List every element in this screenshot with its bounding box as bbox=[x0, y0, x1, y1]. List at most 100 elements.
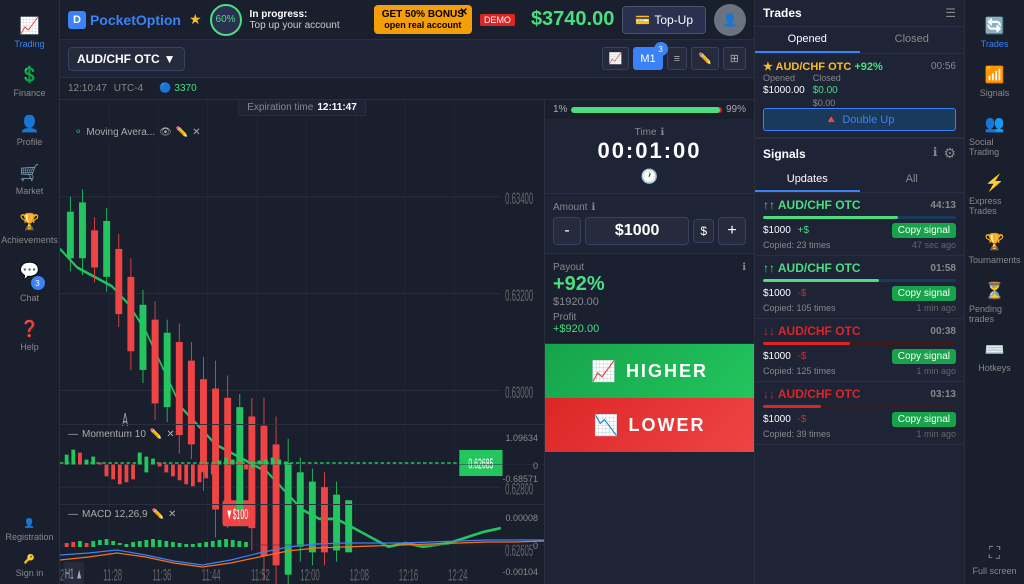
copy-signal-button-3[interactable]: Copy signal bbox=[892, 349, 956, 364]
amount-section: Amount ℹ - $1000 $ + bbox=[545, 194, 754, 254]
nav-market[interactable]: 🛒 Market bbox=[0, 155, 59, 204]
far-nav-fullscreen[interactable]: ⛶ Full screen bbox=[965, 537, 1024, 584]
far-nav-trades[interactable]: 🔄 Trades bbox=[965, 8, 1024, 57]
trades-header: Trades ☰ bbox=[755, 0, 964, 27]
far-pending-icon: ⏳ bbox=[985, 281, 1005, 301]
signal-amount-4: $1000 -$ bbox=[763, 414, 807, 425]
copy-signal-button-4[interactable]: Copy signal bbox=[892, 412, 956, 427]
nav-chat[interactable]: 💬 3 Chat bbox=[0, 253, 59, 311]
tab-updates[interactable]: Updates bbox=[755, 168, 860, 192]
copy-signal-button-2[interactable]: Copy signal bbox=[892, 286, 956, 301]
bonus-button[interactable]: GET 50% BONUS open real account ✕ bbox=[374, 5, 472, 34]
macd-hide-icon[interactable]: — bbox=[68, 509, 78, 520]
app-container: 📈 Trading 💲 Finance 👤 Profile 🛒 Market 🏆… bbox=[0, 0, 1024, 584]
trade-val-2: $0.00 bbox=[813, 85, 841, 96]
signal-pair-2: ↑↑ AUD/CHF OTC bbox=[763, 261, 861, 275]
far-nav-tournaments[interactable]: 🏆 Tournaments bbox=[965, 224, 1024, 273]
macd-close-icon[interactable]: ✕ bbox=[168, 509, 176, 520]
far-trades-icon: 🔄 bbox=[985, 16, 1005, 36]
lower-button[interactable]: 📉 LOWER bbox=[545, 398, 754, 452]
tab-opened[interactable]: Opened bbox=[755, 27, 860, 53]
nav-finance[interactable]: 💲 Finance bbox=[0, 57, 59, 106]
chart-indicators-button[interactable]: ≡ bbox=[667, 47, 687, 70]
favorite-star[interactable]: ★ bbox=[189, 11, 202, 28]
trade-progress-bar: 1% 99% bbox=[545, 100, 754, 119]
nav-profile[interactable]: 👤 Profile bbox=[0, 106, 59, 155]
bottom-indicators: — Momentum 10 ✏️ ✕ 1.09634 0 -0.68571 bbox=[60, 424, 544, 584]
trades-tabs: Opened Closed bbox=[755, 27, 964, 54]
nav-help[interactable]: ❓ Help bbox=[0, 311, 59, 360]
nav-achievements[interactable]: 🏆 Achievements bbox=[0, 204, 59, 253]
timeframe-button[interactable]: M1 3 bbox=[633, 47, 662, 70]
signin-label: Sign in bbox=[16, 568, 44, 578]
signal-progress-2 bbox=[763, 279, 956, 282]
signals-settings-icon[interactable]: ⚙ bbox=[943, 145, 956, 162]
amount-info-icon[interactable]: ℹ bbox=[591, 202, 595, 213]
in-progress-info: In progress: Top up your account bbox=[250, 9, 340, 31]
nav-registration[interactable]: 👤 Registration bbox=[0, 512, 59, 548]
chart-trading-row: Expiration time 12:11:47 ⚬ Moving Avera.… bbox=[60, 100, 754, 584]
momentum-close-icon[interactable]: ✕ bbox=[166, 429, 174, 440]
signals-info-icon[interactable]: ℹ bbox=[933, 145, 938, 162]
far-nav-pending[interactable]: ⏳ Pending trades bbox=[965, 273, 1024, 332]
signal-amount-1: $1000 +$ bbox=[763, 225, 809, 236]
profit-amount: +$920.00 bbox=[553, 323, 746, 335]
chart-draw-button[interactable]: ✏️ bbox=[691, 47, 719, 70]
far-nav-hotkeys[interactable]: ⌨️ Hotkeys bbox=[965, 332, 1024, 381]
copy-signal-button-1[interactable]: Copy signal bbox=[892, 223, 956, 238]
trades-menu-icon[interactable]: ☰ bbox=[945, 6, 956, 20]
ma-indicator: ⚬ Moving Avera... 👁 ✏️ ✕ bbox=[68, 124, 207, 141]
chevron-down-icon: ▼ bbox=[164, 52, 176, 66]
chart-tools: 📈 M1 3 ≡ ✏️ ⊞ bbox=[602, 47, 746, 70]
amount-decrease-button[interactable]: - bbox=[553, 217, 581, 245]
momentum-val1: 1.09634 bbox=[505, 433, 538, 443]
progress-left-label: 1% bbox=[553, 104, 567, 115]
far-nav-express[interactable]: ⚡ Express Trades bbox=[965, 165, 1024, 224]
signal-row-4: ↓↓ AUD/CHF OTC 03:13 bbox=[763, 387, 956, 401]
nav-finance-label: Finance bbox=[13, 88, 45, 98]
double-up-button[interactable]: 🔺 Double Up bbox=[763, 108, 956, 131]
chart-type-line[interactable]: 📈 bbox=[602, 47, 630, 70]
svg-text:0.63400: 0.63400 bbox=[505, 189, 533, 208]
amount-increase-button[interactable]: + bbox=[718, 217, 746, 245]
app-header: D PocketOption ★ 60% In progress: Top up… bbox=[60, 0, 754, 40]
momentum-chart: — Momentum 10 ✏️ ✕ 1.09634 0 -0.68571 bbox=[60, 425, 544, 505]
macd-edit-icon[interactable]: ✏️ bbox=[152, 509, 164, 520]
amount-control: - $1000 $ + bbox=[553, 217, 746, 245]
macd-title: MACD 12,26,9 bbox=[82, 509, 148, 520]
amount-label: Amount ℹ bbox=[553, 202, 746, 213]
currency-selector[interactable]: $ bbox=[693, 219, 714, 243]
higher-button[interactable]: 📈 HIGHER bbox=[545, 344, 754, 398]
user-avatar[interactable]: 👤 bbox=[714, 4, 746, 36]
trading-icon: 📈 bbox=[20, 16, 40, 36]
topup-button[interactable]: 💳 Top-Up bbox=[622, 6, 706, 34]
signals-title: Signals bbox=[763, 147, 806, 161]
ma-label: Moving Avera... bbox=[86, 127, 155, 138]
payout-info-icon[interactable]: ℹ bbox=[742, 262, 746, 273]
timeframe-badge: 3 bbox=[654, 42, 668, 56]
momentum-edit-icon[interactable]: ✏️ bbox=[150, 429, 162, 440]
signal-ago-4: 1 min ago bbox=[916, 429, 956, 439]
bonus-close-icon[interactable]: ✕ bbox=[460, 7, 468, 18]
trade-val-3: $0.00 bbox=[813, 98, 841, 108]
nav-trading[interactable]: 📈 Trading bbox=[0, 8, 59, 57]
chart-layout-button[interactable]: ⊞ bbox=[723, 47, 746, 70]
signal-row-2b: $1000 -$ Copy signal bbox=[763, 286, 956, 301]
tab-closed[interactable]: Closed bbox=[860, 27, 965, 53]
tab-all[interactable]: All bbox=[860, 168, 965, 192]
momentum-hide-icon[interactable]: — bbox=[68, 429, 78, 440]
close-icon[interactable]: ✕ bbox=[192, 127, 200, 138]
payout-section: Payout ℹ +92% $1920.00 Profit +$920.00 bbox=[545, 254, 754, 344]
signal-row-1b: $1000 +$ Copy signal bbox=[763, 223, 956, 238]
time-info-icon[interactable]: ℹ bbox=[661, 127, 665, 138]
eye-icon[interactable]: 👁 bbox=[159, 127, 172, 138]
nav-signin[interactable]: 🔑 Sign in bbox=[0, 548, 59, 584]
far-hotkeys-icon: ⌨️ bbox=[985, 340, 1005, 360]
edit-icon[interactable]: ✏️ bbox=[176, 127, 188, 138]
signal-item-1: ↑↑ AUD/CHF OTC 44:13 $1000 +$ Copy signa… bbox=[755, 193, 964, 256]
far-pending-label: Pending trades bbox=[969, 304, 1020, 324]
far-nav-signals[interactable]: 📶 Signals bbox=[965, 57, 1024, 106]
pair-selector[interactable]: AUD/CHF OTC ▼ bbox=[68, 47, 185, 71]
far-nav-social[interactable]: 👥 Social Trading bbox=[965, 106, 1024, 165]
profit-label: Profit bbox=[553, 312, 746, 323]
